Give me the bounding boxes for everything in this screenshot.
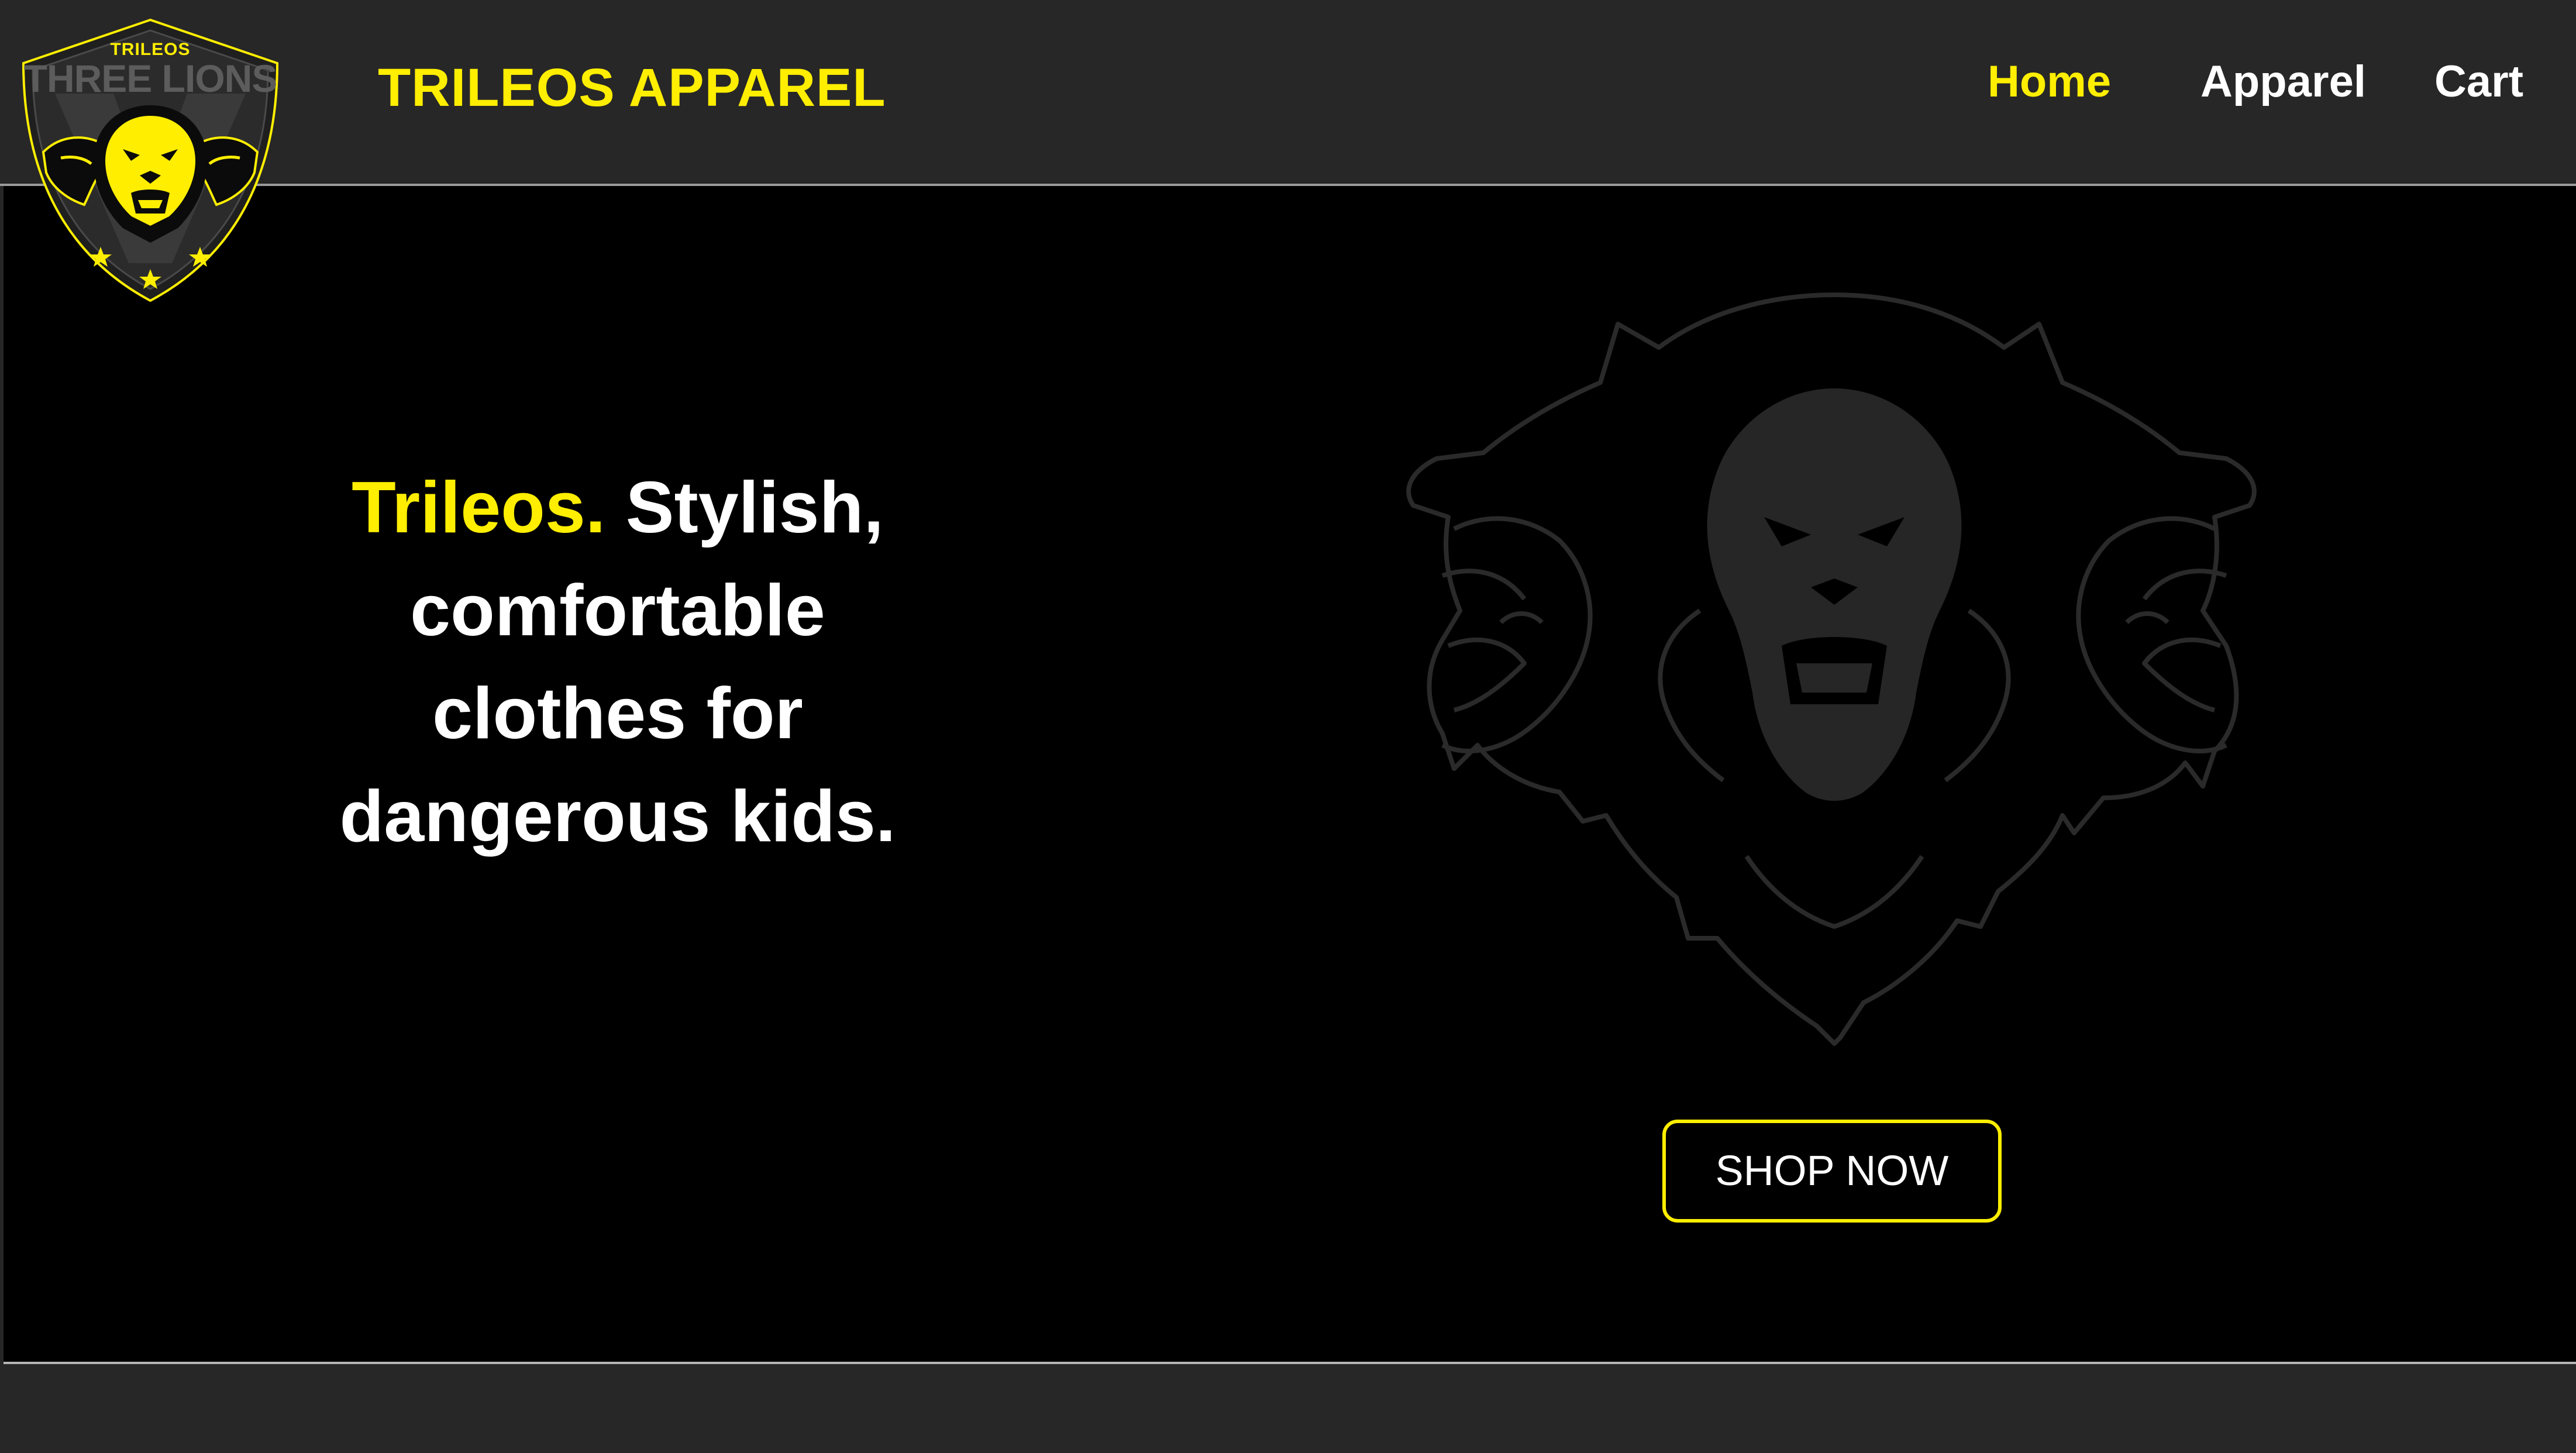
site-header: TRILEOS APPAREL Home Apparel Cart: [0, 0, 2576, 186]
page: TRILEOS APPAREL Home Apparel Cart TRILEO…: [0, 0, 2576, 1453]
site-footer: [0, 1364, 2576, 1453]
hero-headline-line-1: Trileos. Stylish,: [296, 456, 939, 559]
nav-home-link[interactable]: Home: [1988, 56, 2111, 115]
hero-headline-line-3: clothes for: [432, 673, 803, 754]
nav-cart-link[interactable]: Cart: [2434, 56, 2523, 115]
brand-logo[interactable]: TRILEOS THREE LIONS: [20, 18, 281, 304]
hero-headline-rest: Stylish,: [625, 467, 884, 548]
hero-section: Trileos. Stylish, comfortable clothes fo…: [4, 186, 2576, 1364]
hero-headline-accent: Trileos.: [352, 467, 606, 548]
three-lions-outline-icon: [1406, 292, 2257, 1046]
brand-title[interactable]: TRILEOS APPAREL: [378, 57, 886, 119]
logo-name-text: THREE LIONS: [23, 57, 278, 100]
nav-apparel-link[interactable]: Apparel: [2200, 56, 2366, 115]
hero-headline-line-4: dangerous kids.: [339, 776, 896, 857]
hero-headline: Trileos. Stylish, comfortable clothes fo…: [296, 456, 939, 868]
hero-headline-line-2: comfortable: [410, 570, 825, 651]
shop-now-button[interactable]: SHOP NOW: [1662, 1120, 2002, 1223]
